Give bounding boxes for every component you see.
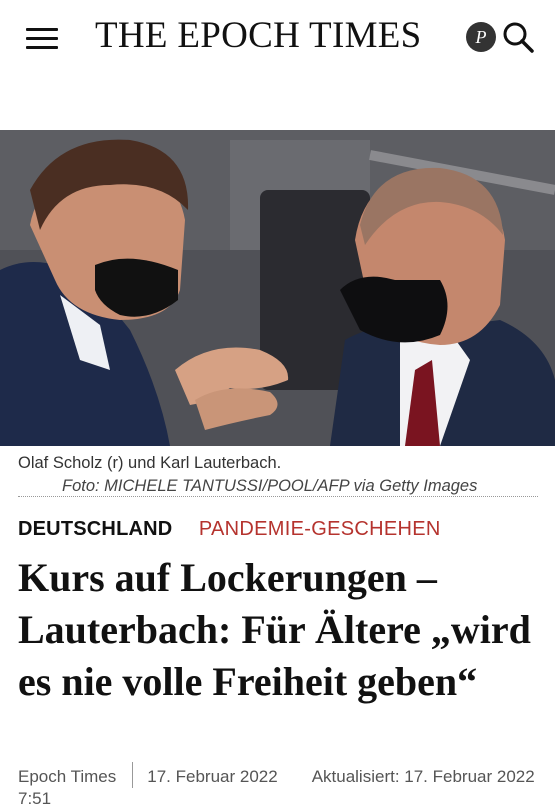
site-header: THE EPOCH TIMES P xyxy=(0,0,555,74)
article-photo xyxy=(0,130,555,446)
image-caption: Olaf Scholz (r) und Karl Lauterbach. xyxy=(18,454,282,472)
caption-divider xyxy=(18,496,538,497)
meta-separator xyxy=(132,762,134,788)
hamburger-menu-icon[interactable] xyxy=(26,26,58,52)
article-meta: Epoch Times 17. Februar 2022 Aktualisiert:… xyxy=(18,762,543,809)
publish-date: 17. Februar 2022 xyxy=(147,767,278,786)
premium-badge-icon[interactable]: P xyxy=(466,22,496,52)
ad-placeholder xyxy=(0,74,555,130)
author-link[interactable]: Epoch Times xyxy=(18,767,116,786)
search-icon[interactable] xyxy=(500,19,536,55)
site-logo[interactable]: THE EPOCH TIMES xyxy=(95,14,422,57)
category-link[interactable]: DEUTSCHLAND xyxy=(18,518,172,540)
subcategory-link[interactable]: PANDEMIE-GESCHEHEN xyxy=(199,518,441,540)
breadcrumb: DEUTSCHLAND PANDEMIE-GESCHEHEN xyxy=(18,518,441,541)
article-headline: Kurs auf Lockerungen – Lauterbach: Für Ä… xyxy=(18,555,531,704)
image-credit: Foto: MICHELE TANTUSSI/POOL/AFP via Gett… xyxy=(62,477,478,495)
